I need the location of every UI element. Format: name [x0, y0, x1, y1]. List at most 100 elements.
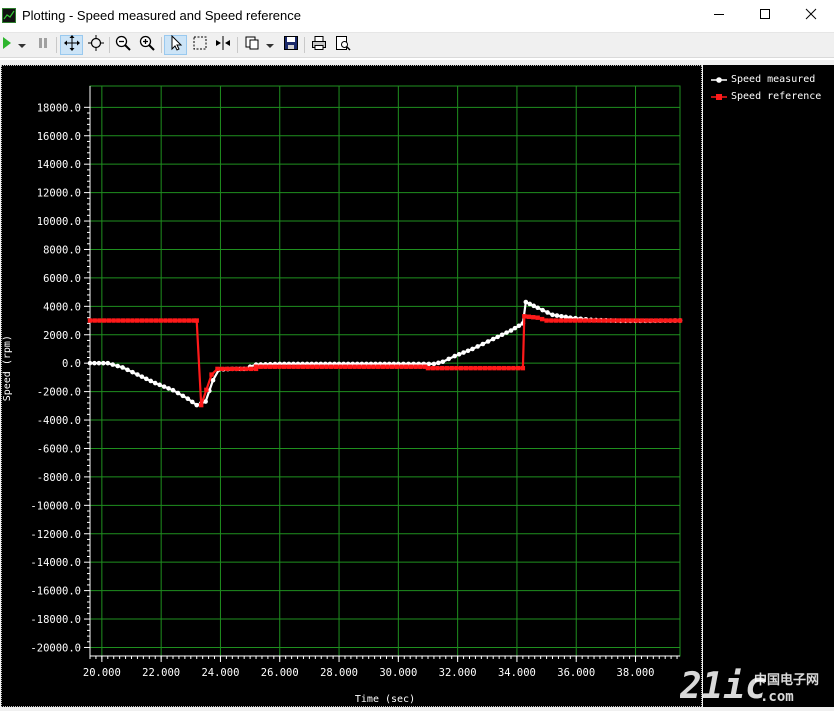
data-point: [523, 299, 529, 305]
zoom-in-button[interactable]: [136, 35, 158, 55]
series-line-speed-measured: [90, 300, 681, 407]
copy-icon: [244, 35, 260, 56]
data-point: [319, 364, 324, 369]
data-point: [139, 374, 145, 379]
copy-button[interactable]: [241, 35, 263, 55]
data-point: [166, 386, 171, 391]
data-point: [535, 305, 540, 311]
data-point: [234, 366, 239, 372]
data-point: [125, 367, 130, 373]
grid-lines: [90, 86, 680, 656]
pointer-icon: [169, 34, 183, 56]
y-tick-label: -2000.0: [37, 387, 81, 399]
site-watermark-logo: 21ic 中国电子网 .com: [679, 664, 830, 707]
data-point: [96, 360, 102, 366]
data-point: [408, 364, 414, 369]
y-axis-ticks: 18000.0 16000.0 14000.0 12000.0 10000.0 8000.…: [30, 102, 90, 654]
maximize-button[interactable]: [742, 0, 788, 32]
svg-text:.com: .com: [760, 689, 794, 705]
data-point: [394, 364, 400, 369]
data-point: [352, 364, 357, 369]
y-tick-label: -8000.0: [37, 472, 81, 484]
data-point: [371, 364, 376, 369]
data-point: [418, 364, 423, 369]
legend: Speed measured Speed reference: [703, 65, 834, 707]
data-point: [310, 364, 315, 369]
toolbar-separator: [109, 37, 110, 53]
data-point: [110, 362, 116, 367]
y-tick-label: 16000.0: [37, 131, 81, 143]
toolbar-separator: [304, 37, 305, 53]
chart-app-icon: [2, 8, 16, 23]
data-point: [490, 336, 496, 342]
pan-arrows-icon: [63, 34, 80, 56]
window-title: Plotting - Speed measured and Speed refe…: [22, 8, 301, 23]
data-point: [522, 314, 527, 319]
y-tick-label: 18000.0: [37, 102, 81, 114]
data-point: [185, 396, 191, 402]
select-button[interactable]: [164, 34, 187, 56]
run-dropdown[interactable]: [15, 35, 29, 55]
data-point: [506, 365, 511, 371]
data-point: [440, 365, 445, 371]
data-point: [258, 364, 263, 369]
svg-text:中国电子网: 中国电子网: [754, 672, 819, 688]
cursor-button[interactable]: [212, 35, 234, 55]
y-tick-label: -12000.0: [30, 529, 81, 541]
data-point: [477, 365, 483, 371]
print-button[interactable]: [308, 35, 330, 55]
data-point: [338, 364, 343, 369]
run-button[interactable]: [0, 35, 14, 55]
data-point: [535, 315, 540, 320]
data-point: [440, 359, 446, 365]
toolbar-separator: [56, 37, 57, 53]
data-point: [504, 330, 509, 335]
data-point: [468, 365, 473, 371]
data-point: [144, 376, 149, 382]
zoom-out-button[interactable]: [112, 35, 134, 55]
data-point: [189, 399, 195, 405]
data-point: [465, 348, 471, 354]
close-button[interactable]: [788, 0, 834, 32]
pan-button[interactable]: [60, 34, 83, 56]
pause-button[interactable]: [34, 35, 52, 55]
data-point: [499, 332, 505, 338]
plot-area[interactable]: 18000.0 16000.0 14000.0 12000.0 10000.0 8000.…: [1, 65, 702, 707]
legend-item-speed-measured[interactable]: Speed measured: [711, 74, 815, 85]
toolbar-separator: [237, 37, 238, 53]
data-point: [97, 318, 102, 323]
data-point: [120, 365, 125, 370]
data-point: [587, 318, 592, 323]
data-point: [473, 365, 478, 371]
zoom-fit-button[interactable]: [85, 34, 107, 55]
speed-chart[interactable]: 18000.0 16000.0 14000.0 12000.0 10000.0 8000.…: [2, 66, 701, 706]
data-point: [496, 365, 502, 371]
data-point: [115, 363, 120, 369]
save-button[interactable]: [280, 35, 302, 55]
box-select-button[interactable]: [189, 35, 211, 55]
y-tick-label: -14000.0: [30, 557, 81, 569]
data-point: [134, 318, 140, 323]
y-tick-label: 10000.0: [37, 216, 81, 228]
data-point: [644, 318, 649, 323]
copy-dropdown[interactable]: [264, 35, 276, 55]
data-point: [375, 364, 381, 369]
pause-icon: [37, 36, 49, 55]
data-point: [531, 303, 537, 309]
data-point: [436, 360, 441, 366]
minimize-button[interactable]: [696, 0, 742, 32]
data-point: [366, 364, 371, 369]
data-point: [105, 360, 111, 366]
data-point: [458, 365, 464, 371]
data-point: [431, 361, 437, 367]
print-preview-button[interactable]: [332, 35, 354, 55]
data-point: [596, 318, 602, 323]
data-point: [658, 318, 664, 323]
x-axis-ticks: 20.000 22.000 24.000 26.000 28.000 30.000 32.0…: [83, 656, 678, 679]
data-point: [611, 318, 616, 323]
x-tick-label: 38.000: [617, 667, 655, 679]
legend-item-speed-reference[interactable]: Speed reference: [711, 91, 821, 102]
data-point: [229, 366, 235, 372]
data-point: [172, 318, 178, 323]
data-point: [157, 382, 162, 388]
